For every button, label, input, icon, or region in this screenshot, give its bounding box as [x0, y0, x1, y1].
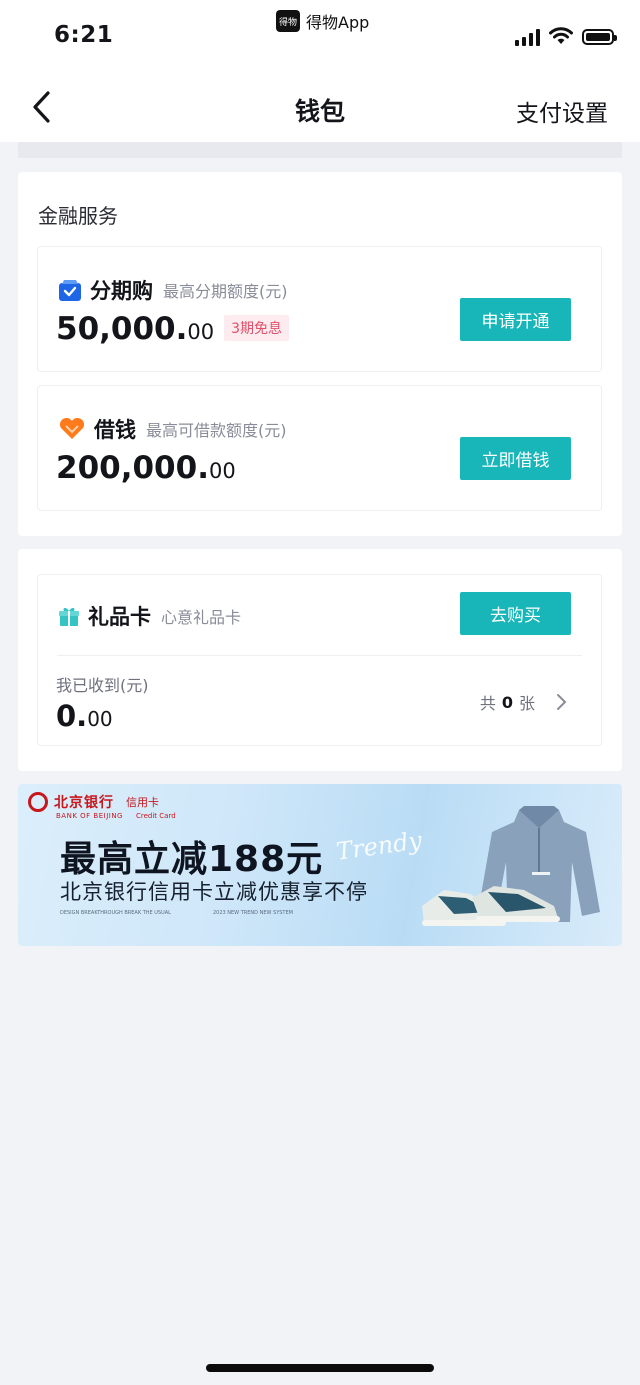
- payment-settings-link[interactable]: 支付设置: [516, 94, 608, 128]
- banner-fine-print-2: 2023 NEW TREND NEW SYSTEM: [212, 910, 293, 916]
- installment-amount: 50,000. 00 3期免息: [56, 311, 290, 347]
- gift-card-section: 礼品卡 心意礼品卡 去购买 我已收到(元) 0. 00 共 0 张: [18, 549, 622, 771]
- received-amount-int: 0.: [56, 699, 88, 733]
- count-suffix: 张: [518, 694, 535, 713]
- home-indicator[interactable]: [206, 1364, 434, 1372]
- status-time: 6:21: [54, 22, 114, 48]
- installment-label: 分期购: [90, 279, 153, 303]
- received-amount-dec: 00: [87, 707, 113, 731]
- received-amount: 0. 00: [56, 699, 113, 733]
- app-indicator[interactable]: 得物 得物App: [276, 8, 369, 34]
- loan-label: 借钱: [94, 418, 136, 442]
- gift-card-label: 礼品卡: [88, 605, 151, 629]
- credit-card-label: 信用卡: [126, 796, 159, 809]
- sneakers-image: [422, 886, 560, 926]
- received-label: 我已收到(元): [56, 676, 149, 695]
- back-arrow-icon[interactable]: [28, 88, 58, 126]
- loan-amount-dec: 00: [208, 459, 236, 483]
- status-bar: 6:21 得物 得物App: [0, 0, 640, 70]
- loan-amount-int: 200,000.: [56, 450, 209, 486]
- battery-icon: [582, 28, 617, 45]
- app-name: 得物App: [306, 13, 370, 32]
- gift-divider: [57, 655, 582, 656]
- gift-card-panel: 礼品卡 心意礼品卡 去购买 我已收到(元) 0. 00 共 0 张: [37, 574, 602, 746]
- gift-card-count-link[interactable]: 共 0 张: [480, 690, 571, 714]
- banner-subline: 北京银行信用卡立减优惠享不停: [60, 880, 368, 904]
- buy-gift-card-button[interactable]: 去购买: [460, 592, 571, 635]
- finance-section: 金融服务 分期购 最高分期额度(元) 50,000. 00 3期免息 申请开通 借…: [18, 172, 622, 536]
- banner-trendy-script: Trendy: [334, 826, 424, 866]
- bank-name-en: BANK OF BEIJING: [56, 812, 123, 820]
- app-logo-icon: 得物: [276, 10, 300, 32]
- gift-card-count: 0: [501, 692, 513, 712]
- loan-card[interactable]: 借钱 最高可借款额度(元) 200,000. 00 立即借钱: [37, 385, 602, 511]
- top-strip: [18, 142, 622, 158]
- installment-bag-icon: [59, 280, 81, 301]
- loan-sublabel: 最高可借款额度(元): [146, 421, 287, 440]
- loan-heart-icon: [59, 417, 85, 439]
- wifi-icon: [549, 27, 573, 44]
- bank-promo-banner[interactable]: 北京银行 信用卡 BANK OF BEIJING Credit Card Tre…: [18, 784, 622, 946]
- finance-section-title: 金融服务: [38, 204, 118, 228]
- chevron-right-icon: [557, 694, 567, 710]
- interest-free-badge: 3期免息: [224, 315, 290, 341]
- loan-amount: 200,000. 00: [56, 450, 236, 486]
- banner-headline: 最高立减188元: [60, 839, 324, 880]
- gift-box-icon: [59, 607, 79, 626]
- cellular-signal-icon: [515, 28, 540, 46]
- banner-fine-print: DESIGN BREAKTHROUGH BREAK THE USUAL 2023…: [60, 910, 293, 916]
- apply-open-button[interactable]: 申请开通: [460, 298, 571, 341]
- credit-card-label-en: Credit Card: [136, 812, 176, 820]
- status-icons: [515, 27, 617, 46]
- banner-fine-print-1: DESIGN BREAKTHROUGH BREAK THE USUAL: [60, 910, 171, 916]
- installment-card[interactable]: 分期购 最高分期额度(元) 50,000. 00 3期免息 申请开通: [37, 246, 602, 372]
- bank-logo-icon: [28, 792, 48, 812]
- borrow-now-button[interactable]: 立即借钱: [460, 437, 571, 480]
- bank-name: 北京银行: [54, 795, 114, 811]
- count-prefix: 共: [479, 694, 496, 713]
- installment-sublabel: 最高分期额度(元): [163, 282, 288, 301]
- navigation-bar: 钱包 支付设置: [0, 70, 640, 142]
- bank-brand: 北京银行 信用卡 BANK OF BEIJING Credit Card: [28, 792, 176, 820]
- installment-amount-int: 50,000.: [56, 311, 188, 347]
- gift-card-sublabel: 心意礼品卡: [161, 608, 242, 627]
- installment-amount-dec: 00: [187, 320, 215, 344]
